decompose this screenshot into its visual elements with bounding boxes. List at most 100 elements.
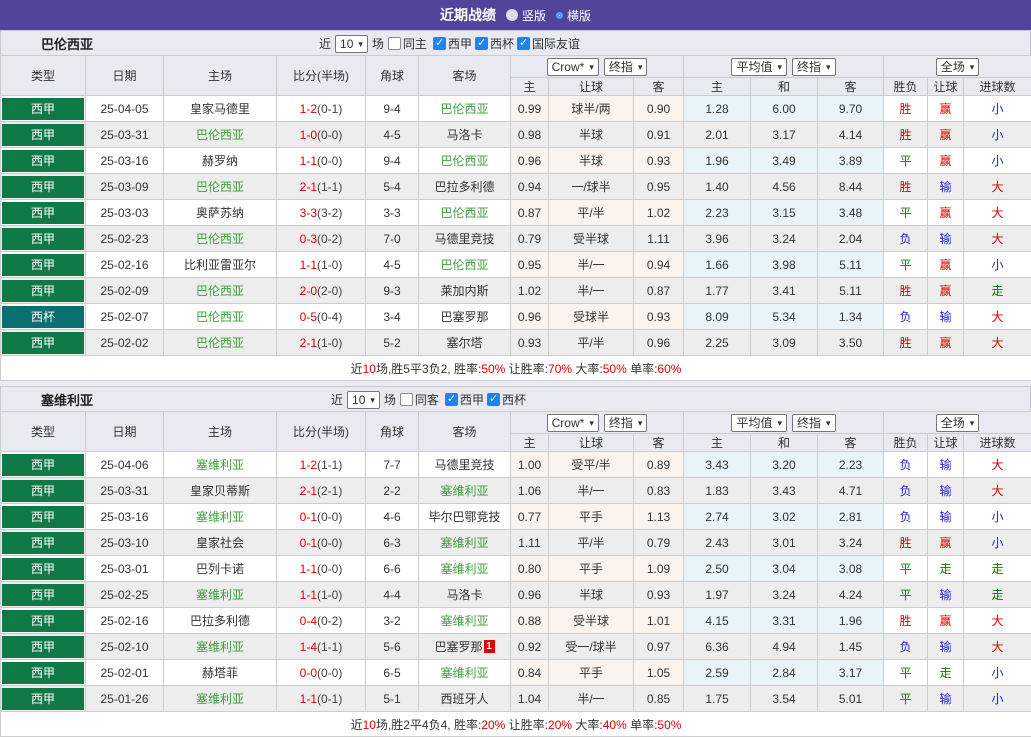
checkbox-icon[interactable] <box>445 393 458 406</box>
view-option-label: 竖版 <box>522 7 546 24</box>
away-team-link[interactable]: 塞维利亚 <box>419 478 511 504</box>
goals-result-value: 走 <box>992 588 1004 602</box>
handicap-line: 受球半 <box>549 304 634 330</box>
away-team-link[interactable]: 巴塞罗那1 <box>419 634 511 660</box>
odds-type-select[interactable]: 终指▾ <box>604 58 648 76</box>
home-team-link[interactable]: 巴伦西亚 <box>164 330 277 356</box>
home-team-link[interactable]: 赫罗纳 <box>164 148 277 174</box>
table-row: 西甲 25-03-16 塞维利亚 0-1(0-0) 4-6 毕尔巴鄂竞技 0.7… <box>1 504 1031 530</box>
home-team-link[interactable]: 巴伦西亚 <box>164 226 277 252</box>
league-tag: 西甲 <box>2 532 84 554</box>
checkbox-icon[interactable] <box>487 393 500 406</box>
home-team-link[interactable]: 塞维利亚 <box>164 452 277 478</box>
result-wdl: 胜 <box>884 278 928 304</box>
avg-home-odds: 3.43 <box>684 452 751 478</box>
away-team-link[interactable]: 塞维利亚 <box>419 556 511 582</box>
goals-result-value: 大 <box>992 310 1004 324</box>
league-checkbox[interactable]: 国际友谊 <box>517 35 580 52</box>
away-team-link[interactable]: 马德里竞技 <box>419 226 511 252</box>
home-team-link[interactable]: 赫塔菲 <box>164 660 277 686</box>
match-count-select[interactable]: 10▾ <box>335 35 368 53</box>
league-checkbox[interactable]: 西杯 <box>475 35 514 52</box>
away-team-link[interactable]: 巴塞罗那 <box>419 304 511 330</box>
checkbox-icon[interactable] <box>517 37 530 50</box>
home-team-link[interactable]: 塞维利亚 <box>164 582 277 608</box>
away-team-link[interactable]: 马洛卡 <box>419 582 511 608</box>
home-team-link[interactable]: 巴列卡诺 <box>164 556 277 582</box>
home-team-link[interactable]: 皇家马德里 <box>164 96 277 122</box>
league-tag: 西甲 <box>2 506 84 528</box>
handicap-line: 受一/球半 <box>549 634 634 660</box>
away-team-link[interactable]: 西班牙人 <box>419 686 511 712</box>
odds-away: 0.87 <box>634 278 684 304</box>
league-checkbox[interactable]: 西甲 <box>433 35 472 52</box>
handicap-line: 平手 <box>549 504 634 530</box>
away-team-link[interactable]: 塞维利亚 <box>419 660 511 686</box>
away-team-link[interactable]: 巴拉多利德 <box>419 174 511 200</box>
league-checkbox[interactable]: 西甲 <box>445 391 484 408</box>
away-team-link[interactable]: 马洛卡 <box>419 122 511 148</box>
same-venue-checkbox[interactable]: 同客 <box>400 391 439 408</box>
checkbox-icon[interactable] <box>388 37 401 50</box>
away-team-link[interactable]: 塞维利亚 <box>419 608 511 634</box>
result-goals: 大 <box>964 330 1031 356</box>
handicap-result-value: 赢 <box>940 536 952 550</box>
home-team-link[interactable]: 巴伦西亚 <box>164 122 277 148</box>
away-team-link[interactable]: 塞尔塔 <box>419 330 511 356</box>
avg-select[interactable]: 平均值▾ <box>731 414 787 432</box>
match-count-select[interactable]: 10▾ <box>347 391 380 409</box>
away-team-link[interactable]: 巴伦西亚 <box>419 252 511 278</box>
home-team-link[interactable]: 塞维利亚 <box>164 686 277 712</box>
home-team-link[interactable]: 奥萨苏纳 <box>164 200 277 226</box>
avg-type-select[interactable]: 终指▾ <box>792 414 836 432</box>
avg-type-select[interactable]: 终指▾ <box>792 58 836 76</box>
radio-icon[interactable] <box>556 12 563 19</box>
odds-company-select[interactable]: Crow*▾ <box>547 58 599 76</box>
home-team-link[interactable]: 巴伦西亚 <box>164 278 277 304</box>
scope-select-value: 全场 <box>941 416 965 430</box>
home-team-link[interactable]: 塞维利亚 <box>164 504 277 530</box>
checkbox-icon[interactable] <box>475 37 488 50</box>
away-team-link[interactable]: 莱加内斯 <box>419 278 511 304</box>
summary-segment: 50% <box>603 362 627 376</box>
checkbox-icon[interactable] <box>433 37 446 50</box>
table-row: 西甲 25-02-23 巴伦西亚 0-3(0-2) 7-0 马德里竞技 0.79… <box>1 226 1031 252</box>
handicap-result-value: 输 <box>940 510 952 524</box>
home-team-link[interactable]: 塞维利亚 <box>164 634 277 660</box>
home-team-link[interactable]: 皇家社会 <box>164 530 277 556</box>
scope-select[interactable]: 全场▾ <box>936 414 980 432</box>
avg-home-odds: 1.83 <box>684 478 751 504</box>
home-team-link[interactable]: 巴拉多利德 <box>164 608 277 634</box>
away-team-link[interactable]: 巴伦西亚 <box>419 148 511 174</box>
col-header-date: 日期 <box>86 412 164 452</box>
away-team-link[interactable]: 马德里竞技 <box>419 452 511 478</box>
view-option-vertical[interactable]: 竖版 <box>506 7 546 24</box>
away-team-name: 塞维利亚 <box>440 484 488 498</box>
odds-company-select[interactable]: Crow*▾ <box>547 414 599 432</box>
home-team-link[interactable]: 巴伦西亚 <box>164 304 277 330</box>
away-team-link[interactable]: 塞维利亚 <box>419 530 511 556</box>
summary-segment: 10 <box>363 362 376 376</box>
result-wdl: 负 <box>884 504 928 530</box>
avg-away-odds: 2.23 <box>818 452 884 478</box>
away-team-link[interactable]: 毕尔巴鄂竞技 <box>419 504 511 530</box>
home-team-link[interactable]: 比利亚雷亚尔 <box>164 252 277 278</box>
avg-away-odds: 5.11 <box>818 278 884 304</box>
avg-select[interactable]: 平均值▾ <box>731 58 787 76</box>
team2-name: 塞维利亚 <box>41 390 93 409</box>
match-type-cell: 西甲 <box>1 226 86 252</box>
radio-icon[interactable] <box>506 9 518 21</box>
same-venue-checkbox[interactable]: 同主 <box>388 35 427 52</box>
league-checkbox[interactable]: 西杯 <box>487 391 526 408</box>
home-team-link[interactable]: 巴伦西亚 <box>164 174 277 200</box>
checkbox-icon[interactable] <box>400 393 413 406</box>
home-team-link[interactable]: 皇家贝蒂斯 <box>164 478 277 504</box>
away-team-link[interactable]: 巴伦西亚 <box>419 96 511 122</box>
halftime-score: (1-1) <box>317 180 342 194</box>
view-option-horizontal[interactable]: 横版 <box>556 7 591 24</box>
result-wdl: 胜 <box>884 530 928 556</box>
odds-type-select[interactable]: 终指▾ <box>604 414 648 432</box>
scope-select[interactable]: 全场▾ <box>936 58 980 76</box>
away-team-link[interactable]: 巴伦西亚 <box>419 200 511 226</box>
odds-home: 0.93 <box>511 330 549 356</box>
